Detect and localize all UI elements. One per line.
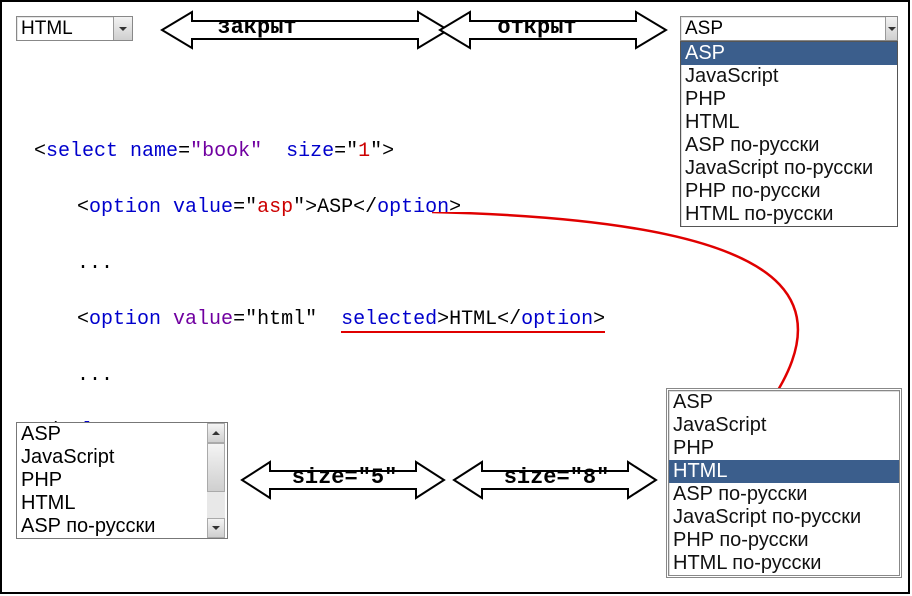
dropdown-button[interactable] bbox=[113, 17, 132, 40]
list-item[interactable]: ASP bbox=[669, 391, 899, 414]
list-item[interactable]: HTML bbox=[669, 460, 899, 483]
listbox-size8[interactable]: ASP JavaScript PHP HTML ASP по-русски Ja… bbox=[666, 388, 902, 578]
label-size8: size="8" bbox=[489, 465, 624, 490]
scroll-up-button[interactable] bbox=[207, 423, 225, 443]
list-item[interactable]: ASP bbox=[17, 423, 207, 446]
open-combobox-value: ASP bbox=[681, 17, 885, 40]
list-item[interactable]: HTML bbox=[17, 492, 207, 515]
list-item[interactable]: JavaScript bbox=[17, 446, 207, 469]
list-item[interactable]: ASP bbox=[681, 42, 897, 65]
list-item[interactable]: ASP по-русски bbox=[17, 515, 207, 538]
list-item[interactable]: JavaScript по-русски bbox=[681, 157, 897, 180]
list-item[interactable]: JavaScript bbox=[681, 65, 897, 88]
list-item[interactable]: HTML bbox=[681, 111, 897, 134]
label-closed: закрыт bbox=[202, 15, 312, 40]
scroll-track[interactable] bbox=[207, 443, 225, 518]
list-item[interactable]: JavaScript по-русски bbox=[669, 506, 899, 529]
chevron-down-icon bbox=[211, 523, 221, 533]
list-item[interactable]: ASP по-русски bbox=[681, 134, 897, 157]
list-item[interactable]: ASP по-русски bbox=[669, 483, 899, 506]
chevron-down-icon bbox=[887, 24, 897, 34]
open-combobox-header[interactable]: ASP bbox=[680, 16, 898, 41]
list-item[interactable]: HTML по-русски bbox=[669, 552, 899, 575]
list-item[interactable]: PHP по-русски bbox=[681, 180, 897, 203]
list-item[interactable]: JavaScript bbox=[669, 414, 899, 437]
list-item[interactable]: HTML по-русски bbox=[681, 203, 897, 226]
scroll-thumb[interactable] bbox=[207, 443, 225, 492]
list-item[interactable]: PHP bbox=[17, 469, 207, 492]
closed-combobox-value: HTML bbox=[17, 17, 113, 40]
listbox-size5[interactable]: ASP JavaScript PHP HTML ASP по-русски bbox=[16, 422, 228, 539]
chevron-down-icon bbox=[118, 24, 128, 34]
closed-combobox[interactable]: HTML bbox=[16, 16, 133, 41]
list-item[interactable]: PHP по-русски bbox=[669, 529, 899, 552]
scrollbar[interactable] bbox=[207, 423, 225, 538]
diagram-frame: HTML закрыт открыт ASP ASP JavaScript PH… bbox=[0, 0, 910, 594]
scroll-down-button[interactable] bbox=[207, 518, 225, 538]
list-item[interactable]: PHP bbox=[681, 88, 897, 111]
dropdown-button-open[interactable] bbox=[885, 17, 897, 40]
chevron-up-icon bbox=[211, 428, 221, 438]
label-size5: size="5" bbox=[277, 465, 412, 490]
open-combobox-list[interactable]: ASP JavaScript PHP HTML ASP по-русски Ja… bbox=[680, 41, 898, 227]
label-open: открыт bbox=[482, 15, 592, 40]
list-item[interactable]: PHP bbox=[669, 437, 899, 460]
